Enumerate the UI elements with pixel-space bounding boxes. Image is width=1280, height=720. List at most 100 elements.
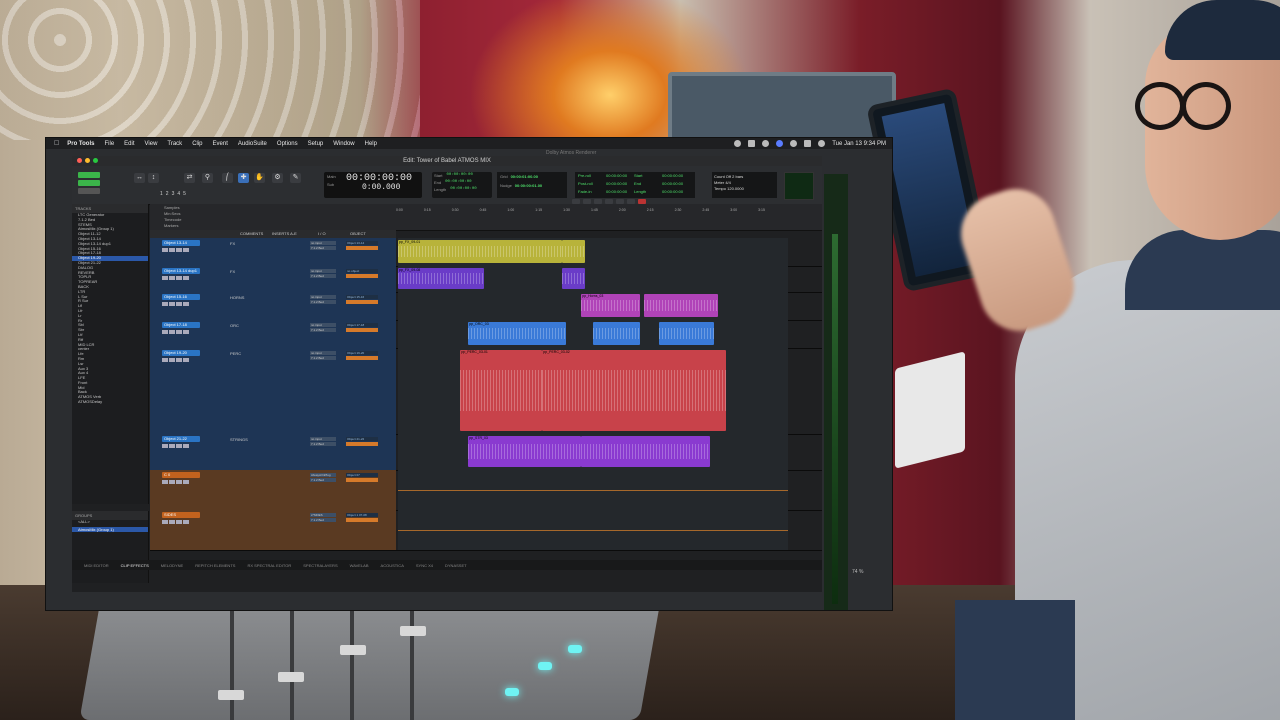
status-icon[interactable] [748,140,756,147]
io-selector[interactable]: 7.1.2 Bed [310,328,336,332]
selection-end[interactable]: End 00:00:00:00 [432,179,492,186]
track-lane[interactable]: pp_PERC_03-01 pp_PERC_03-02 [398,348,788,434]
scrubber-tool-icon[interactable]: ⚙ [272,173,283,183]
record-enable-button[interactable] [162,330,168,334]
object-selector[interactable]: Object 07 [346,473,378,477]
track-lane[interactable] [398,470,788,510]
object-selector[interactable]: Object 17-18 [346,323,378,327]
bottom-tab[interactable]: DYNASSET [445,563,467,568]
nudge-value[interactable]: Nudge 00:00:00:01.00 [497,181,567,190]
zoom-preset-button[interactable]: 3 [172,191,175,197]
track-row[interactable]: Object 17-18 ORC no input 7.1.2 Bed Object 1… [150,320,822,349]
status-icon[interactable] [734,140,742,147]
track-comment[interactable]: FX [230,241,235,246]
audio-clip[interactable]: pp_STR_03 [468,436,582,467]
menu-options[interactable]: Options [277,141,298,147]
bottom-tab[interactable]: WAVELAB [350,563,369,568]
io-selector[interactable]: no input [310,437,336,441]
zoom-out-button[interactable]: ↔ [134,173,145,183]
track-comment[interactable]: FX [230,269,235,274]
record-enable-button[interactable] [162,302,168,306]
bottom-tab[interactable]: SPECTRALAYERS [303,563,337,568]
bottom-tab[interactable]: REPITCH ELEMENTS [195,563,235,568]
track-row[interactable]: Object 19-20 PERC no input 7.1.2 Bed Object … [150,348,822,435]
mute-button[interactable] [183,276,189,280]
solo-button[interactable] [176,276,182,280]
input-monitor-button[interactable] [169,330,175,334]
solo-button[interactable] [176,358,182,362]
bottom-tab[interactable]: CLIP EFFECTS [121,563,149,568]
track-lane[interactable]: pp_ORC_03 [398,320,788,348]
io-selector[interactable]: no input [310,269,336,273]
preroll-row[interactable]: Pre-roll 00:00:00:00 Start 00:00:00:00 [575,172,695,180]
menu-clock[interactable]: Tue Jan 13 9:34 PM [832,141,886,147]
track-list-item[interactable]: ATMOSDelay [72,400,148,405]
track-lane[interactable]: pp_FX_09-01 [398,238,788,266]
zoom-preset-button[interactable]: 2 [166,191,169,197]
track-comment[interactable]: HORNS [230,295,244,300]
menu-file[interactable]: File [104,141,114,147]
zoom-preset-button[interactable]: 1 [160,191,163,197]
track-lane[interactable]: pp_Horns_03 [398,292,788,320]
track-row[interactable]: C 0 AlwaysOnPlug 7.1.2 Bed Object 07 [150,470,822,511]
io-selector[interactable]: no input [310,295,336,299]
selection-start[interactable]: Start 00:00:00:00 [432,172,492,179]
status-icon[interactable] [762,140,770,147]
zoom-button[interactable] [93,158,98,163]
io-selector[interactable]: 7.1.2 Bed [310,518,336,522]
trim-tool-icon[interactable]: ⎛ [222,173,233,183]
track-name[interactable]: Object 15-16 [162,294,200,300]
object-bus-button[interactable] [346,518,378,522]
bottom-tab[interactable]: MIDI EDITOR [84,563,109,568]
input-monitor-button[interactable] [169,444,175,448]
track-row[interactable]: Object 15-16 HORNS no input 7.1.2 Bed Object… [150,292,822,321]
status-icon[interactable] [776,140,784,147]
menu-audiosuite[interactable]: AudioSuite [238,141,267,147]
postroll-row[interactable]: Post-roll 00:00:00:00 End 00:00:00:00 [575,180,695,188]
audio-clip[interactable] [593,322,640,345]
mute-button[interactable] [183,480,189,484]
main-counter[interactable]: Main Sub 00:00:00:00 0:00.000 [324,172,422,198]
track-row[interactable]: Object 13-14 FX no input 7.1.2 Bed Object 13… [150,238,822,267]
mute-button[interactable] [183,444,189,448]
track-row[interactable]: Object 13-14 dup1 FX no input 7.1.2 Bed no o… [150,266,822,293]
group-item[interactable]: <ALL> [72,520,148,525]
record-enable-button[interactable] [162,276,168,280]
smart-tool-icon[interactable]: ✚ [238,173,249,183]
object-bus-button[interactable] [346,328,378,332]
battery-icon[interactable] [804,140,812,147]
menu-event[interactable]: Event [213,141,228,147]
menu-help[interactable]: Help [365,141,377,147]
menu-window[interactable]: Window [333,141,354,147]
mute-button[interactable] [183,330,189,334]
track-name[interactable]: Object 17-18 [162,322,200,328]
count-off-meter-tempo[interactable]: Count Off 2 bars Meter 4/4 Tempo 120.000… [712,172,777,198]
io-selector[interactable]: 7.1.2 Bed [310,478,336,482]
object-bus-button[interactable] [346,356,378,360]
search-icon[interactable] [818,140,826,147]
solo-button[interactable] [176,302,182,306]
input-monitor-button[interactable] [169,248,175,252]
record-enable-button[interactable] [162,444,168,448]
mute-button[interactable] [183,302,189,306]
audio-clip[interactable]: pp_FX_09-01 [398,240,562,263]
object-selector[interactable]: no object [346,269,378,273]
track-name[interactable]: Object 13-14 [162,240,200,246]
input-monitor-button[interactable] [169,302,175,306]
audio-clip[interactable] [643,294,718,317]
track-row[interactable]: SIDES s*SIDES 7.1.2 Bed Object 1 07-08 [150,510,822,551]
wifi-icon[interactable] [790,140,798,147]
track-name[interactable]: C 0 [162,472,200,478]
object-selector[interactable]: Object 19-20 [346,351,378,355]
menu-edit[interactable]: Edit [124,141,134,147]
bottom-tab[interactable]: MELODYNE [161,563,183,568]
solo-button[interactable] [176,330,182,334]
menu-view[interactable]: View [145,141,158,147]
bottom-tab[interactable]: RX SPECTRAL EDITOR [247,563,291,568]
io-selector[interactable]: no input [310,351,336,355]
input-monitor-button[interactable] [169,480,175,484]
audio-clip[interactable]: pp_ORC_03 [468,322,566,345]
record-enable-button[interactable] [162,520,168,524]
solo-button[interactable] [176,444,182,448]
apple-icon[interactable]:  [54,140,59,147]
